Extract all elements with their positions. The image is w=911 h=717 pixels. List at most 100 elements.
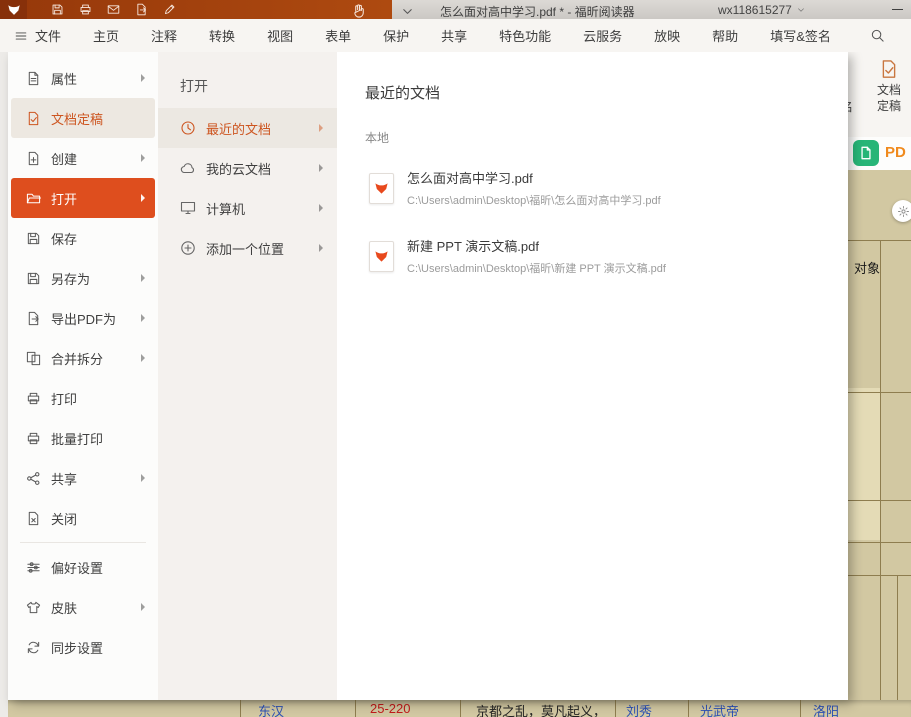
finalize-ribbon-icon [879,59,899,79]
submenu-arrow-icon [319,244,323,252]
finalize-label-line1: 文档 [868,82,910,98]
file-menu-close[interactable]: 关闭 [11,498,155,538]
document-icon [859,146,873,160]
menu-tab-view[interactable]: 视图 [267,26,293,45]
save-icon [26,231,41,246]
item-label: 添加一个位置 [206,239,284,258]
menu-tab-features[interactable]: 特色功能 [499,26,551,45]
table-line [800,700,801,717]
search-icon[interactable] [870,28,885,43]
open-icon [26,191,41,206]
submenu-arrow-icon [319,164,323,172]
file-menu-sync-settings[interactable]: 同步设置 [11,627,155,667]
save-icon[interactable] [51,3,64,16]
file-menu-batch-print[interactable]: 批量打印 [11,418,155,458]
hand-icon[interactable] [352,3,367,18]
titlebar-brand-area [0,0,392,19]
menu-tab-present[interactable]: 放映 [654,26,680,45]
page-text-years: 25-220 [370,701,410,716]
save-as-icon [26,271,41,286]
share-icon [26,471,41,486]
page-text-note: 京都之乱，莫凡起义， [476,701,606,717]
file-menu-print[interactable]: 打印 [11,378,155,418]
file-menu-open[interactable]: 打开 [11,178,155,218]
menu-tab-comment[interactable]: 注释 [151,26,177,45]
minimize-button[interactable] [884,0,911,19]
file-menu-skin[interactable]: 皮肤 [11,587,155,627]
pdf-floating-widget[interactable]: PD [848,137,911,170]
item-label: 批量打印 [51,429,103,448]
item-label: 打印 [51,389,77,408]
skin-icon [26,600,41,615]
doc-meta: 怎么面对高中学习.pdf C:\Users\admin\Desktop\福昕\怎… [407,168,661,208]
file-menu-create[interactable]: 创建 [11,138,155,178]
page-text-capital: 洛阳 [813,701,839,717]
item-label: 打开 [51,189,77,208]
create-icon [26,151,41,166]
menu-tab-share[interactable]: 共享 [441,26,467,45]
file-menu-save-as[interactable]: 另存为 [11,258,155,298]
file-menu-preferences[interactable]: 偏好设置 [11,547,155,587]
recent-doc-item[interactable]: 新建 PPT 演示文稿.pdf C:\Users\admin\Desktop\福… [365,230,805,282]
menu-bar: 文件 主页 注释 转换 视图 表单 保护 共享 特色功能 云服务 放映 帮助 填… [0,19,911,52]
file-menu-save[interactable]: 保存 [11,218,155,258]
customize-toolbar-chevron-icon[interactable] [400,4,415,19]
hamburger-icon [14,29,28,43]
item-label: 关闭 [51,509,77,528]
menu-tab-form[interactable]: 表单 [325,26,351,45]
print-icon[interactable] [79,3,92,16]
file-menu-properties[interactable]: 属性 [11,58,155,98]
settings-gear-button[interactable] [892,200,911,222]
recent-doc-item[interactable]: 怎么面对高中学习.pdf C:\Users\admin\Desktop\福昕\怎… [365,162,805,214]
submenu-arrow-icon [319,124,323,132]
item-label: 计算机 [206,199,245,218]
file-backstage-menu: 属性 文档定稿 创建 打开 保存 另存为 导出PDF为 [8,52,848,700]
file-menu-export-pdf[interactable]: 导出PDF为 [11,298,155,338]
doc-path: C:\Users\admin\Desktop\福昕\新建 PPT 演示文稿.pd… [407,260,666,276]
doc-path: C:\Users\admin\Desktop\福昕\怎么面对高中学习.pdf [407,192,661,208]
print-icon [26,391,41,406]
pdf-badge-text: PD [885,144,906,161]
fox-icon [374,181,389,196]
open-recent-documents[interactable]: 最近的文档 [158,108,337,148]
open-computer[interactable]: 计算机 [158,188,337,228]
account-menu[interactable]: wx118615277 [718,3,806,17]
recent-documents-panel: 最近的文档 本地 怎么面对高中学习.pdf C:\Users\admin\Des… [337,52,848,700]
fox-icon [374,249,389,264]
table-line [848,392,911,393]
item-label: 属性 [51,69,77,88]
fox-icon [7,3,21,17]
recent-panel-title: 最近的文档 [365,82,848,103]
mail-icon[interactable] [107,3,120,16]
menu-tab-cloud-service[interactable]: 云服务 [583,26,622,45]
menu-file[interactable]: 文件 [14,26,61,45]
file-menu-share[interactable]: 共享 [11,458,155,498]
submenu-arrow-icon [141,474,145,482]
menu-tab-home[interactable]: 主页 [93,26,119,45]
menu-tab-fill-sign[interactable]: 填写&签名 [770,26,831,45]
menu-tab-convert[interactable]: 转换 [209,26,235,45]
open-my-cloud-documents[interactable]: 我的云文档 [158,148,337,188]
account-chevron-icon [796,5,806,15]
item-label: 另存为 [51,269,90,288]
item-label: 皮肤 [51,598,77,617]
menu-tab-protect[interactable]: 保护 [383,26,409,45]
submenu-arrow-icon [141,314,145,322]
ribbon-finalize-button[interactable]: 文档 定稿 [868,59,910,114]
minimize-icon [892,9,903,10]
plus-circle-icon [180,240,196,256]
export-icon[interactable] [135,3,148,16]
file-menu-combine-split[interactable]: 合并拆分 [11,338,155,378]
file-menu-finalize[interactable]: 文档定稿 [11,98,155,138]
table-line [897,575,898,717]
table-line [848,542,911,543]
doc-name: 新建 PPT 演示文稿.pdf [407,236,666,255]
sync-icon [26,640,41,655]
pen-icon[interactable] [163,3,176,16]
open-add-place[interactable]: 添加一个位置 [158,228,337,268]
foxit-logo[interactable] [0,0,27,19]
clock-icon [180,120,196,136]
menu-tab-help[interactable]: 帮助 [712,26,738,45]
export-pdf-icon [26,311,41,326]
pdf-page-bottom-strip: 东汉 25-220 京都之乱，莫凡起义， 刘秀 光武帝 洛阳 [8,700,911,717]
